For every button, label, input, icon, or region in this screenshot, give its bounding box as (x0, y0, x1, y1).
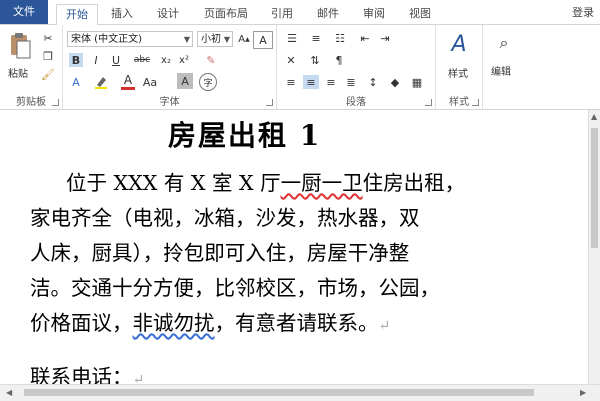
clipboard-group: 粘贴 ✂ ❐ 🖌 剪贴板 (0, 25, 63, 109)
font-size-value: 小初 (201, 34, 221, 45)
spelling-error-text: 一厨一卫 (280, 171, 363, 195)
copy-icon[interactable]: ❐ (40, 49, 56, 63)
styles-button[interactable]: 样式 (448, 65, 468, 80)
horizontal-scroll-thumb[interactable] (24, 389, 534, 396)
tab-design[interactable]: 设计 (150, 4, 186, 24)
paragraph-group-label: 段落 (346, 97, 366, 108)
decrease-indent-icon[interactable]: ⇤ (357, 31, 373, 45)
ribbon: 粘贴 ✂ ❐ 🖌 剪贴板 宋体 (中文正文) ▼ 小初 ▼ A ▲ A B I U… (0, 25, 600, 110)
text-effects-a-icon[interactable]: A (69, 75, 83, 89)
italic-button[interactable]: I (89, 53, 103, 67)
tab-view[interactable]: 视图 (402, 4, 438, 24)
enclose-char-button[interactable]: 字 (199, 73, 217, 91)
vertical-scrollbar[interactable]: ▲ (588, 110, 600, 384)
paragraph-line-1: 位于 XXX 有 X 室 X 厅一厨一卫住房出租， (66, 166, 465, 196)
paste-icon[interactable] (6, 31, 34, 61)
line-5-tail: ，有意者请联系。 (214, 311, 379, 335)
scroll-left-icon[interactable]: ◀ (6, 388, 12, 397)
bullets-icon[interactable]: ☰ (283, 31, 301, 45)
paragraph-line-5: 价格面议，非诚勿扰，有意者请联系。↵ (30, 306, 390, 336)
paragraph-line-3: 人床，厨具），拎包即可入住，房屋干净整 (30, 241, 410, 265)
styles-icon[interactable]: A (446, 31, 472, 57)
chevron-down-icon: ▼ (223, 35, 230, 44)
strikethrough-button[interactable]: abc (131, 53, 153, 67)
superscript-button[interactable]: x² (177, 53, 191, 67)
binoculars-icon[interactable]: ⌕ (493, 33, 515, 53)
highlighter-icon[interactable] (93, 75, 109, 89)
increase-indent-icon[interactable]: ⇥ (377, 31, 393, 45)
change-case-icon[interactable]: Aa (143, 75, 157, 89)
font-name-select[interactable]: 宋体 (中文正文) ▼ (67, 31, 193, 47)
underline-button[interactable]: U (109, 53, 123, 67)
chevron-down-icon: ▼ (183, 35, 190, 44)
font-name-value: 宋体 (中文正文) (71, 34, 142, 45)
line-5-text: 价格面议， (30, 311, 133, 335)
editing-button[interactable]: 编辑 (491, 63, 511, 78)
font-group: 宋体 (中文正文) ▼ 小初 ▼ A ▲ A B I U abc x₂ x² ✎ … (63, 25, 277, 109)
chinese-layout-icon[interactable]: ✕ (283, 53, 299, 67)
align-left-icon[interactable]: ≡ (283, 75, 299, 89)
paragraph-group: ☰ ≡ ☷ ⇤ ⇥ ✕ ⇅ ¶ ≡ ≡ ≡ ≣ ↕ ◆ ▦ 段落 (277, 25, 436, 109)
font-color-swatch (121, 87, 135, 90)
font-launcher-icon[interactable] (266, 99, 273, 106)
cut-icon[interactable]: ✂ (40, 31, 56, 45)
horizontal-scrollbar[interactable]: ◀ ▶ (0, 384, 600, 401)
tab-insert[interactable]: 插入 (104, 4, 140, 24)
line-1-text: 位于 XXX 有 X 室 X 厅 (66, 171, 281, 195)
tab-references[interactable]: 引用 (264, 4, 300, 24)
numbering-icon[interactable]: ≡ (307, 31, 325, 45)
paragraph-mark-icon: ↵ (132, 372, 145, 384)
borders-icon[interactable]: ▦ (409, 75, 425, 89)
styles-launcher-icon[interactable] (472, 99, 479, 106)
multilevel-list-icon[interactable]: ☷ (331, 31, 349, 45)
line-spacing-icon[interactable]: ↕ (365, 75, 381, 89)
document-page[interactable]: 房屋出租 1 位于 XXX 有 X 室 X 厅一厨一卫住房出租， 家电齐全（电视… (0, 110, 588, 384)
line-1-tail: 住房出租， (362, 171, 466, 195)
sort-icon[interactable]: ⇅ (307, 53, 323, 67)
tab-home[interactable]: 开始 (56, 4, 98, 26)
grow-font-icon[interactable]: A ▲ (237, 31, 251, 47)
scroll-up-icon[interactable]: ▲ (591, 112, 597, 121)
align-right-icon[interactable]: ≡ (323, 75, 339, 89)
bold-button[interactable]: B (69, 53, 83, 67)
scroll-right-icon[interactable]: ▶ (580, 388, 586, 397)
paragraph-line-2: 家电齐全（电视，冰箱，沙发，热水器，双 (30, 206, 420, 230)
paragraph-mark-icon: ↵ (378, 318, 391, 334)
font-group-label: 字体 (159, 97, 180, 108)
contact-line: 联系电话：↵ (30, 360, 144, 384)
justify-icon[interactable]: ≣ (343, 75, 359, 89)
login-link[interactable]: 登录 (572, 4, 594, 20)
contact-label: 联系电话： (30, 365, 133, 384)
document-title: 房屋出租 1 (168, 119, 322, 152)
editing-group: ⌕ 编辑 (483, 25, 523, 109)
vertical-scroll-thumb[interactable] (591, 128, 598, 248)
ribbon-tab-bar: 文件 开始 插入 设计 页面布局 引用 邮件 审阅 视图 登录 (0, 0, 600, 26)
clear-format-icon[interactable]: A (253, 31, 273, 49)
paste-button[interactable]: 粘贴 (8, 65, 28, 80)
font-size-select[interactable]: 小初 ▼ (197, 31, 233, 47)
align-center-icon[interactable]: ≡ (303, 75, 319, 89)
format-painter-icon[interactable]: 🖌 (40, 67, 56, 81)
text-effects-icon[interactable]: ✎ (203, 53, 219, 67)
tab-mailings[interactable]: 邮件 (310, 4, 346, 24)
styles-group: A 样式 样式 (436, 25, 483, 109)
tab-review[interactable]: 审阅 (356, 4, 392, 24)
subscript-button[interactable]: x₂ (159, 53, 173, 67)
shading-icon[interactable]: ◆ (387, 75, 403, 89)
grammar-error-text: 非诚勿扰 (132, 311, 215, 335)
font-color-button[interactable]: A (121, 73, 135, 87)
show-marks-icon[interactable]: ¶ (331, 53, 347, 67)
clipboard-launcher-icon[interactable] (52, 99, 59, 106)
paragraph-line-4: 洁。交通十分方便，比邻校区，市场，公园， (30, 276, 440, 300)
paragraph-launcher-icon[interactable] (425, 99, 432, 106)
tab-file[interactable]: 文件 (0, 0, 48, 24)
tab-page-layout[interactable]: 页面布局 (196, 4, 256, 24)
char-shading-button[interactable]: A (177, 73, 193, 89)
